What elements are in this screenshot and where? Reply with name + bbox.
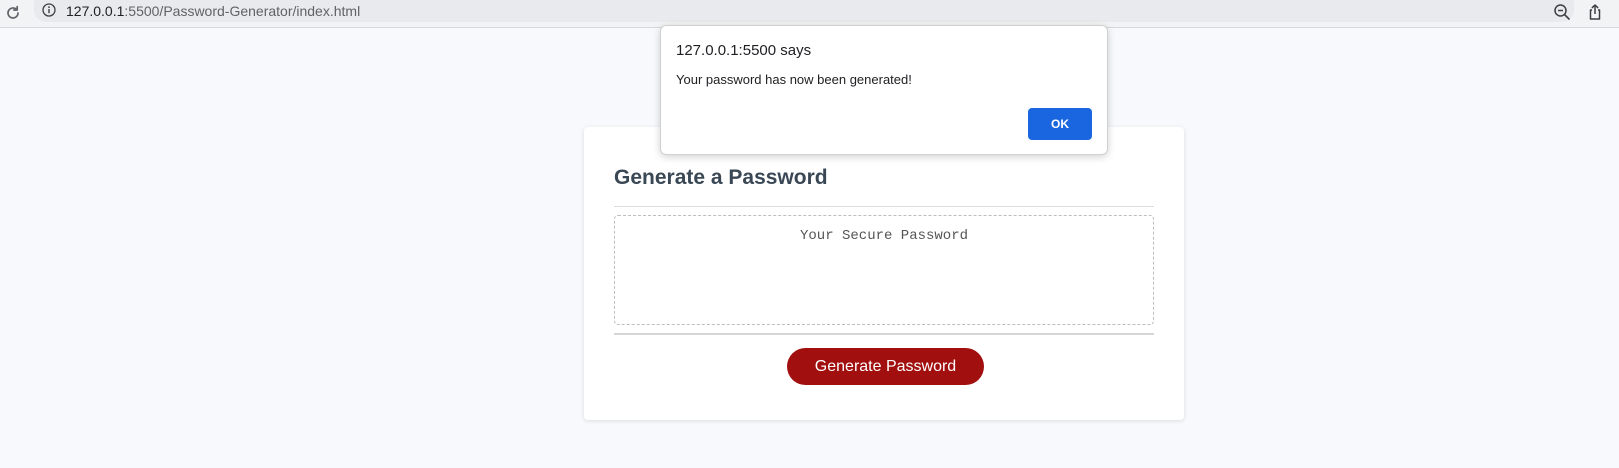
share-icon[interactable] [1585, 2, 1605, 22]
divider-top [614, 206, 1154, 207]
page-title: Generate a Password [614, 166, 828, 189]
password-output[interactable] [614, 215, 1154, 325]
dialog-title: 127.0.0.1:5500 says [676, 42, 812, 59]
generate-password-button[interactable]: Generate Password [787, 348, 984, 385]
info-icon[interactable] [42, 3, 56, 17]
url-host: 127.0.0.1 [66, 3, 125, 19]
password-card: Generate a Password Generate Password [584, 127, 1184, 420]
zoom-out-icon[interactable] [1552, 2, 1572, 22]
divider-bottom [614, 333, 1154, 335]
dialog-message: Your password has now been generated! [676, 72, 912, 87]
url-text[interactable]: 127.0.0.1:5500/Password-Generator/index.… [66, 2, 360, 20]
reload-icon[interactable] [2, 2, 24, 24]
ok-button[interactable]: OK [1028, 108, 1092, 140]
alert-dialog: 127.0.0.1:5500 says Your password has no… [660, 25, 1108, 155]
address-bar[interactable]: 127.0.0.1:5500/Password-Generator/index.… [34, 0, 1574, 22]
url-path: :5500/Password-Generator/index.html [124, 3, 361, 19]
browser-toolbar: 127.0.0.1:5500/Password-Generator/index.… [0, 0, 1619, 28]
